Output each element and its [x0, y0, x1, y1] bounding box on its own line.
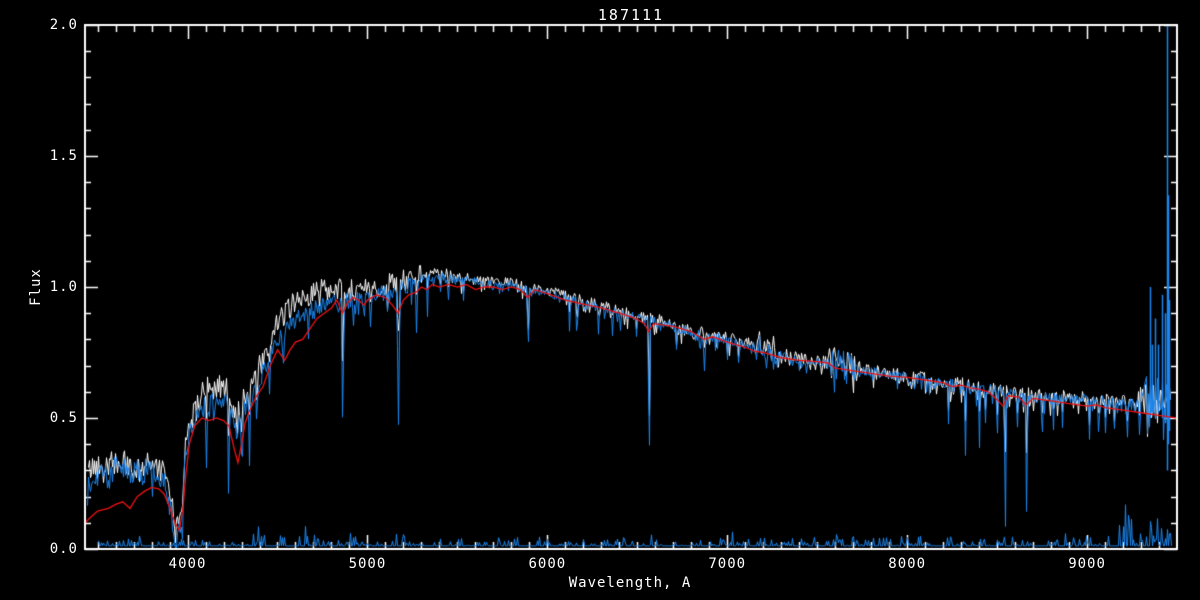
x-tick-label: 7000	[708, 556, 747, 572]
x-axis-title: Wavelength, A	[568, 575, 692, 591]
y-tick-label: 2.0	[49, 17, 78, 33]
y-tick-label: 0.0	[49, 541, 78, 557]
spectrum-canvas	[0, 0, 1200, 600]
x-tick-label: 6000	[528, 556, 567, 572]
y-tick-label: 1.0	[49, 279, 78, 295]
spectrum-plot-window: 187111 Flux Wavelength, A 0.0 0.5 1.0 1.5 2.…	[0, 0, 1200, 600]
y-tick-label: 1.5	[49, 148, 78, 164]
x-tick-label: 8000	[888, 556, 926, 572]
y-tick-label: 0.5	[49, 410, 78, 426]
x-tick-label: 9000	[1068, 556, 1106, 572]
x-tick-label: 4000	[168, 556, 207, 572]
plot-title: 187111	[597, 6, 665, 24]
x-tick-label: 5000	[348, 556, 387, 572]
